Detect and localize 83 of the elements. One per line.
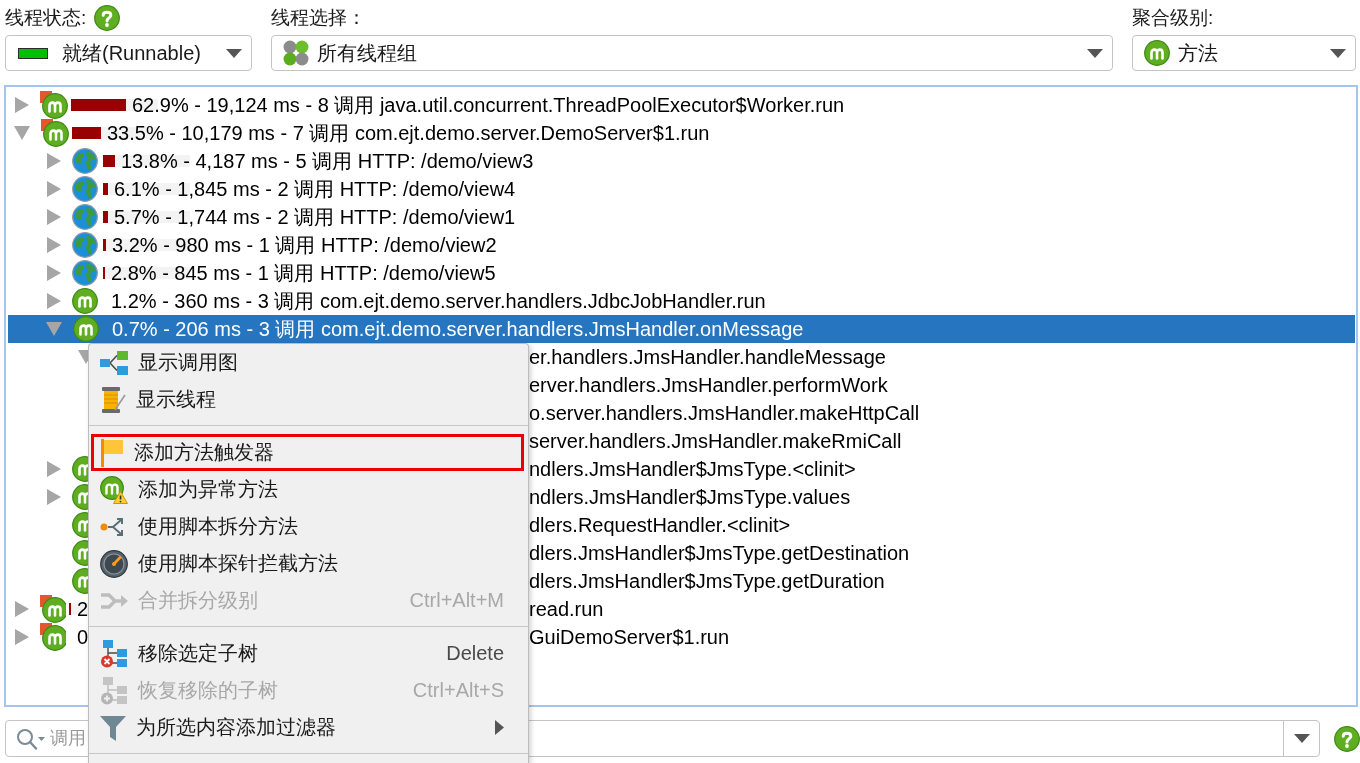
menu-item[interactable]: 添加方法触发器 — [91, 434, 524, 471]
expand-arrow-icon[interactable] — [47, 461, 61, 477]
method-icon — [72, 288, 98, 314]
menu-item[interactable]: 使用脚本探针拦截方法 — [91, 545, 524, 582]
field-label: 聚合级别: — [1132, 5, 1214, 30]
expand-arrow-icon[interactable] — [47, 181, 61, 197]
method-warning-icon — [100, 475, 128, 504]
thread-group-dropdown[interactable]: 所有线程组 — [271, 35, 1113, 71]
tree-item[interactable]: 0.7% - 206 ms - 3 调用 com.ejt.demo.server.handlers.JmsHandler.onMessage — [112, 315, 804, 343]
expand-arrow-icon[interactable] — [47, 293, 61, 309]
method-icon — [1144, 40, 1170, 66]
menu-item[interactable]: 显示线程 — [91, 381, 524, 418]
tree-item[interactable]: dlers.JmsHandler$JmsType.getDestination — [529, 539, 910, 567]
expand-arrow-icon[interactable] — [47, 489, 61, 505]
node-graph-icon — [100, 350, 128, 375]
tree-item[interactable]: dlers.RequestHandler.<clinit> — [529, 511, 791, 539]
tree-item[interactable]: 1.2% - 360 ms - 3 调用 com.ejt.demo.server.handlers.JdbcJobHandler.run — [111, 287, 766, 315]
flagged-method-icon — [40, 623, 66, 651]
merge-arrow-icon — [100, 590, 128, 611]
shortcut-label: Ctrl+Alt+S — [412, 679, 504, 702]
menu-item[interactable]: 添加为异常方法 — [91, 471, 524, 508]
caret-icon — [1293, 734, 1310, 743]
tree-item[interactable]: GuiDemoServer$1.run — [529, 623, 730, 651]
expand-arrow-icon[interactable] — [47, 265, 61, 281]
globe-icon — [72, 176, 98, 202]
tree-item[interactable]: 2 — [76, 595, 88, 623]
tree-item[interactable]: 2.8% - 845 ms - 1 调用 HTTP: /demo/view5 — [111, 259, 496, 287]
collapse-arrow-icon[interactable] — [78, 350, 88, 364]
tree-item[interactable]: server.handlers.JmsHandler.makeRmiCall — [529, 427, 902, 455]
tree-item[interactable]: erver.handlers.JmsHandler.performWork — [529, 371, 888, 399]
thread-state-dropdown[interactable]: 就绪(Runnable) — [5, 35, 252, 71]
menu-item[interactable]: 使用脚本拆分方法 — [91, 508, 524, 545]
expand-arrow-icon[interactable] — [47, 209, 61, 225]
selected-row[interactable]: 0.7% - 206 ms - 3 调用 com.ejt.demo.server.handlers.JmsHandler.onMessage — [8, 315, 1355, 343]
gauge-icon — [100, 549, 128, 578]
caret-icon — [226, 48, 242, 58]
collapse-arrow-icon[interactable] — [46, 322, 62, 336]
help-icon[interactable] — [1334, 725, 1360, 752]
funnel-icon — [100, 714, 126, 741]
aggregation-dropdown[interactable]: 方法 — [1132, 35, 1356, 71]
caret-icon — [1087, 48, 1103, 58]
flagged-method-icon — [41, 119, 69, 147]
tree-item[interactable]: 0 — [76, 623, 88, 651]
menu-item[interactable]: 显示调用图 — [91, 344, 524, 381]
tree-item[interactable]: 13.8% - 4,187 ms - 5 调用 HTTP: /demo/view3 — [121, 147, 534, 175]
tree-item[interactable]: 3.2% - 980 ms - 1 调用 HTTP: /demo/view2 — [112, 231, 497, 259]
shortcut-label: Ctrl+Alt+M — [409, 589, 504, 612]
expand-arrow-icon[interactable] — [15, 601, 29, 617]
shortcut-label: Delete — [446, 642, 504, 665]
search-icon[interactable] — [16, 727, 46, 750]
tree-restore-icon — [100, 676, 128, 705]
tree-item[interactable]: 62.9% - 19,124 ms - 8 调用 java.util.concurrent.ThreadPoolExecutor$Worker.run — [132, 91, 845, 119]
tree-item[interactable]: o.server.handlers.JmsHandler.makeHttpCall — [529, 399, 920, 427]
expand-arrow-icon[interactable] — [47, 153, 61, 169]
method-icon — [73, 316, 99, 342]
flagged-method-icon — [40, 91, 68, 119]
tree-item[interactable]: read.run — [529, 595, 604, 623]
four-circles-icon — [283, 40, 309, 66]
expand-arrow-icon[interactable] — [15, 97, 29, 113]
tree-item[interactable]: 6.1% - 1,845 ms - 2 调用 HTTP: /demo/view4 — [114, 175, 516, 203]
expand-arrow-icon[interactable] — [15, 629, 29, 645]
tree-item[interactable]: er.handlers.JmsHandler.handleMessage — [529, 343, 886, 371]
tree-item[interactable]: 33.5% - 10,179 ms - 7 调用 com.ejt.demo.server.DemoServer$1.run — [107, 119, 710, 147]
globe-icon — [72, 260, 98, 286]
tree-item[interactable]: 5.7% - 1,744 ms - 2 调用 HTTP: /demo/view1 — [114, 203, 516, 231]
flagged-method-icon — [40, 595, 66, 623]
tree-item[interactable]: ndlers.JmsHandler$JmsType.values — [529, 483, 851, 511]
globe-icon — [72, 148, 98, 174]
globe-icon — [72, 204, 98, 230]
field-label: 线程选择： — [271, 5, 366, 30]
flag-icon — [100, 438, 124, 467]
spool-icon — [100, 385, 126, 414]
menu-item[interactable]: 移除选定子树 Delete — [91, 635, 524, 672]
help-icon[interactable] — [94, 4, 121, 31]
field-label: 线程状态: — [5, 5, 87, 30]
tree-item[interactable]: dlers.JmsHandler$JmsType.getDuration — [529, 567, 885, 595]
tree-item[interactable]: ndlers.JmsHandler$JmsType.<clinit> — [529, 455, 856, 483]
tree-remove-icon — [100, 639, 128, 668]
status-swatch-icon — [18, 47, 48, 59]
caret-icon — [1330, 48, 1346, 58]
globe-icon — [72, 232, 98, 258]
expand-arrow-icon[interactable] — [47, 237, 61, 253]
collapse-arrow-icon[interactable] — [14, 126, 30, 140]
